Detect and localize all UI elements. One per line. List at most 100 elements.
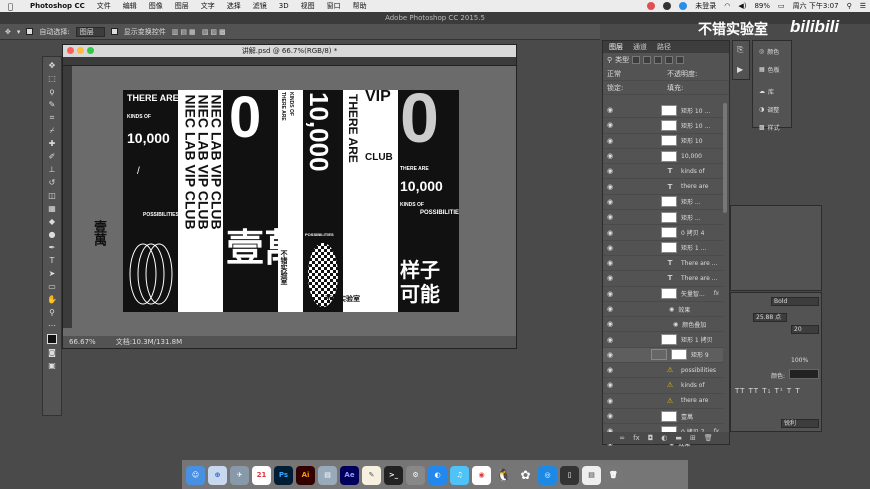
- menu-filter[interactable]: 滤镜: [253, 1, 267, 11]
- qq-penguin-icon[interactable]: 🐧: [494, 466, 513, 485]
- layer-row[interactable]: ◉ T There are ...: [603, 256, 723, 272]
- effect-eye-icon[interactable]: ◉: [673, 321, 678, 328]
- minimize-window-button[interactable]: [77, 47, 84, 54]
- layer-row[interactable]: ◉ 壹萬: [603, 409, 723, 425]
- terminal-icon[interactable]: >_: [384, 465, 403, 485]
- history-panel-icon[interactable]: ⎘: [737, 45, 743, 55]
- new-layer-icon[interactable]: ⊞: [690, 434, 696, 442]
- add-style-icon[interactable]: fx: [633, 434, 640, 442]
- font-style-field[interactable]: Bold: [771, 297, 819, 306]
- align-icons[interactable]: ▥▤▦ ▧▨▩: [172, 28, 228, 36]
- artboard[interactable]: THERE ARE KINDS OF 10,000 / POSSIBILITIE…: [123, 90, 459, 312]
- layer-row[interactable]: ◉ 10,000: [603, 149, 723, 165]
- healing-brush-icon[interactable]: ✚: [46, 139, 58, 148]
- filter-pixel-icon[interactable]: [632, 56, 641, 64]
- settings-icon[interactable]: ⚙: [406, 465, 425, 485]
- filter-kind-select[interactable]: 类型: [615, 55, 629, 65]
- type-tool-icon[interactable]: T: [46, 256, 58, 265]
- after-effects-icon[interactable]: Ae: [340, 465, 359, 485]
- notification-icon[interactable]: [647, 2, 656, 10]
- layer-row[interactable]: ◉ 0 拷贝 4: [603, 225, 723, 241]
- layer-effect-row[interactable]: ◉ ◉ 颜色叠加: [603, 317, 723, 333]
- text-style-buttons[interactable]: TT TT T₁ T¹ T T: [735, 387, 801, 395]
- visibility-eye-icon[interactable]: ◉: [603, 229, 617, 237]
- wifi-icon[interactable]: ◠: [724, 2, 730, 10]
- menu-type[interactable]: 文字: [201, 1, 215, 11]
- menu-view[interactable]: 视图: [301, 1, 315, 11]
- document-icon[interactable]: ▤: [582, 465, 601, 485]
- adjustment-layer-icon[interactable]: ◐: [661, 434, 667, 442]
- volume-icon[interactable]: ◀): [738, 2, 746, 10]
- visibility-eye-icon[interactable]: ◉: [603, 213, 617, 221]
- tool-preset-chevron-icon[interactable]: ▾: [17, 28, 21, 36]
- marquee-tool-icon[interactable]: ⬚: [46, 74, 58, 83]
- filter-shape-icon[interactable]: [665, 56, 674, 64]
- tab-channels[interactable]: 通道: [633, 41, 647, 53]
- layer-row[interactable]: ◉ 矩形 10: [603, 134, 723, 149]
- foreground-color-swatch[interactable]: [47, 334, 57, 344]
- browser-icon[interactable]: ◎: [538, 465, 557, 485]
- layer-row[interactable]: ◉ Tkinds of: [603, 164, 723, 180]
- visibility-eye-icon[interactable]: ◉: [603, 320, 617, 328]
- safari-icon[interactable]: ⊕: [208, 465, 227, 485]
- layers-scrollbar[interactable]: [723, 103, 727, 213]
- layer-effect-row[interactable]: ◉◉效果: [603, 302, 723, 318]
- chrome-icon[interactable]: ◉: [472, 465, 491, 485]
- zoom-level[interactable]: 66.67%: [69, 336, 96, 348]
- visibility-eye-icon[interactable]: ◉: [603, 137, 617, 145]
- new-group-icon[interactable]: ▬: [675, 434, 682, 442]
- visibility-eye-icon[interactable]: ◉: [603, 167, 617, 175]
- vertical-ruler[interactable]: [63, 66, 72, 328]
- mini-color[interactable]: ◎ 颜色: [753, 43, 791, 59]
- move-tool-icon[interactable]: ✥: [5, 28, 11, 36]
- more-tools-icon[interactable]: ⋯: [46, 321, 58, 330]
- filter-search-icon[interactable]: ⚲: [607, 56, 612, 64]
- lasso-tool-icon[interactable]: ϙ: [46, 87, 58, 96]
- visibility-eye-icon[interactable]: ◉: [603, 351, 617, 359]
- battery-icon[interactable]: ▭: [778, 2, 785, 10]
- sync-icon[interactable]: [679, 2, 688, 10]
- visibility-eye-icon[interactable]: ◉: [603, 290, 617, 298]
- layer-row[interactable]: ◉ 矩形 ...: [603, 195, 723, 211]
- clone-stamp-icon[interactable]: ⊥: [46, 165, 58, 174]
- menu-layer[interactable]: 图层: [175, 1, 189, 11]
- link-layers-icon[interactable]: ∞: [619, 434, 625, 442]
- layer-row[interactable]: ◉ ⚠ kinds of: [603, 378, 723, 394]
- layer-row[interactable]: ◉ 矢量智... fx: [603, 287, 723, 302]
- layer-row[interactable]: ◉ 矩形 ...: [603, 210, 723, 226]
- move-tool-icon[interactable]: ✥: [46, 61, 58, 70]
- mini-styles[interactable]: ▩ 样式: [753, 119, 791, 135]
- anti-alias-select[interactable]: 锐利: [781, 419, 819, 428]
- layer-row[interactable]: ◉ 矩形 1 ...: [603, 241, 723, 256]
- illustrator-icon[interactable]: Ai: [296, 465, 315, 485]
- zoom-tool-icon[interactable]: ⚲: [46, 308, 58, 317]
- brush-tool-icon[interactable]: ✐: [46, 152, 58, 161]
- add-mask-icon[interactable]: ◘: [648, 434, 654, 442]
- blend-mode-select[interactable]: 正常: [607, 69, 663, 79]
- preview-icon[interactable]: ▤: [318, 465, 337, 485]
- search-icon[interactable]: ⚲: [847, 2, 852, 10]
- trash-icon[interactable]: 🗑: [604, 465, 623, 485]
- launchpad-icon[interactable]: ✈: [230, 465, 249, 485]
- gradient-icon[interactable]: ▦: [46, 204, 58, 213]
- filter-type-icon[interactable]: [654, 56, 663, 64]
- layer-row[interactable]: ◉ 矩形 10 ...: [603, 118, 723, 134]
- screen-mode-icon[interactable]: ▣: [46, 361, 58, 370]
- layer-row[interactable]: ◉ ⚠ there are: [603, 394, 723, 409]
- apple-icon[interactable]: : [8, 2, 18, 11]
- calendar-icon[interactable]: 21: [252, 465, 271, 485]
- auto-select-checkbox[interactable]: [26, 28, 34, 35]
- eraser-icon[interactable]: ◫: [46, 191, 58, 200]
- menu-app-name[interactable]: Photoshop CC: [30, 2, 85, 10]
- menu-list-icon[interactable]: ☰: [860, 2, 866, 10]
- scale-field[interactable]: 100%: [789, 357, 819, 366]
- visibility-eye-icon[interactable]: ◉: [603, 152, 617, 160]
- zoom-window-button[interactable]: [87, 47, 94, 54]
- mini-adjustments[interactable]: ◑ 调整: [753, 101, 791, 117]
- path-select-icon[interactable]: ➤: [46, 269, 58, 278]
- document-size[interactable]: 文档:10.3M/131.8M: [116, 336, 182, 348]
- layer-row[interactable]: ◉ 矩形 1 拷贝: [603, 332, 723, 348]
- font-size-field[interactable]: 25.88 点: [753, 313, 787, 322]
- phone-icon[interactable]: ▯: [560, 465, 579, 485]
- finder-icon[interactable]: ☺: [186, 465, 205, 485]
